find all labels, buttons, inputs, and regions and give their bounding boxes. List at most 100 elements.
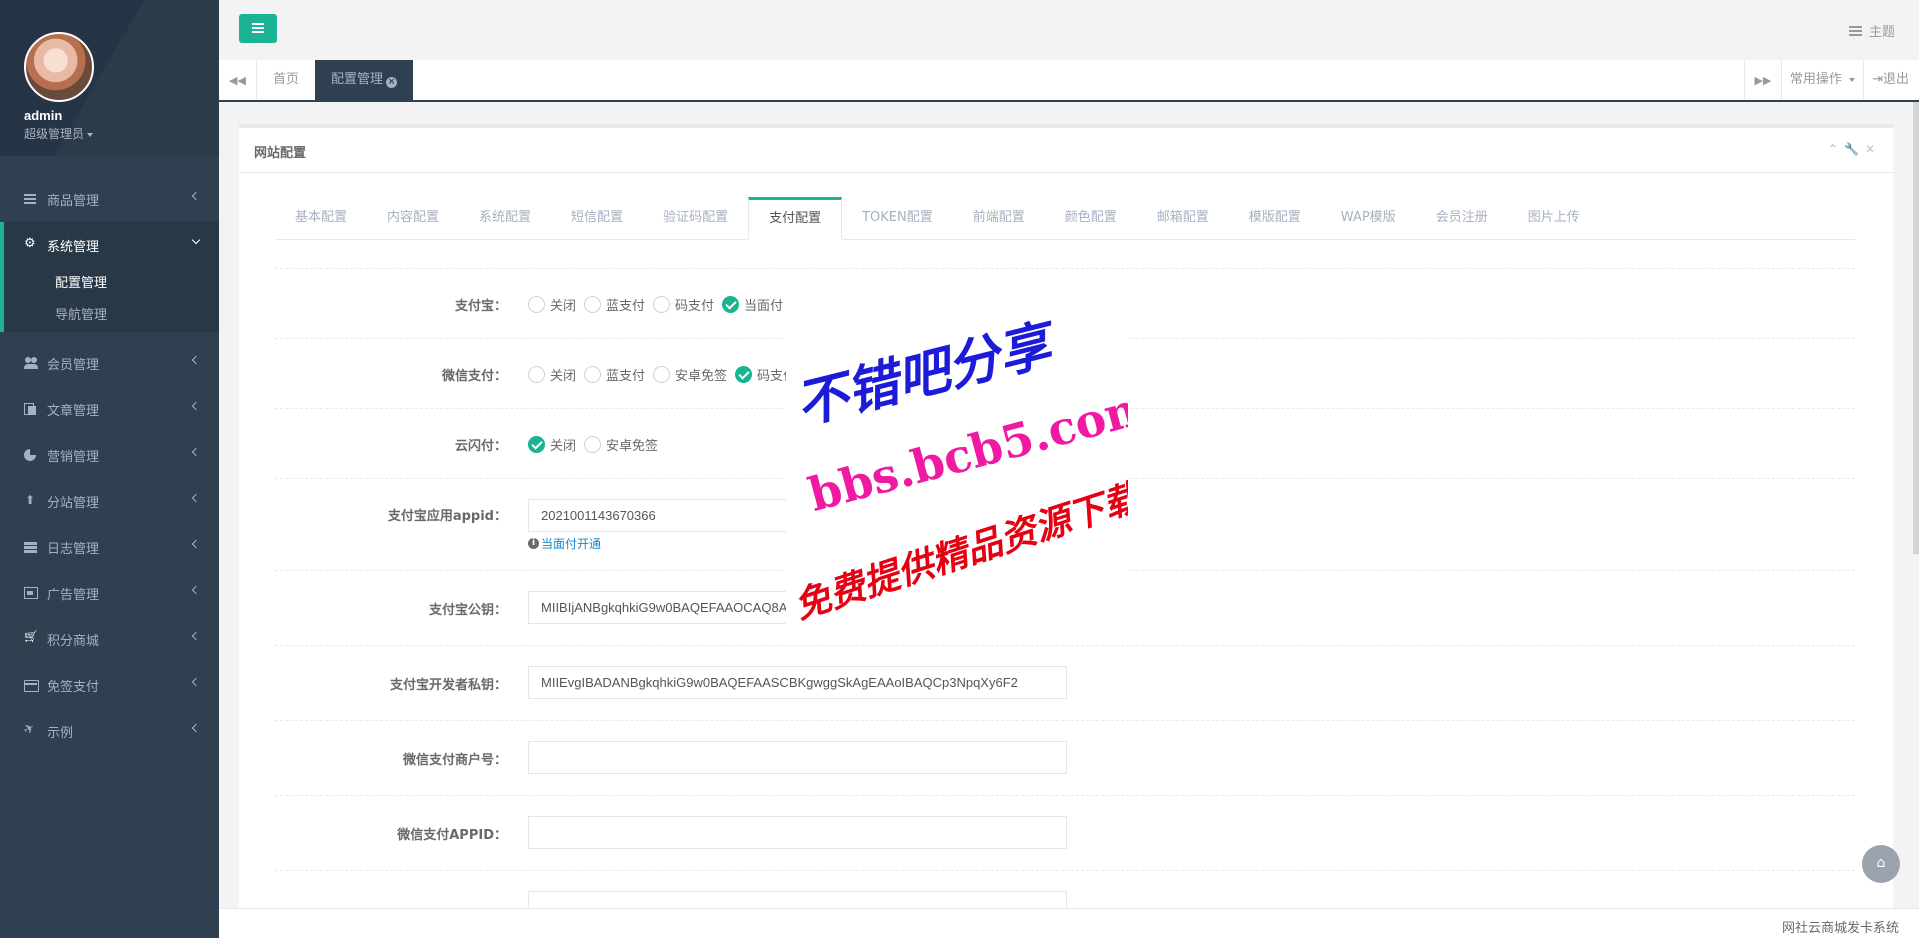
radio-alipay-f2f[interactable]: 当面付: [722, 295, 783, 314]
users-icon: [24, 357, 38, 369]
wx-mchid-input[interactable]: [528, 741, 1067, 774]
chevron-left-icon: [191, 677, 201, 687]
radio-label: 关闭: [550, 439, 577, 454]
log-icon: [24, 541, 38, 553]
paper-plane-icon: [24, 725, 38, 737]
page-tab-config[interactable]: 配置管理 ×: [315, 60, 414, 100]
chevron-left-icon: [191, 631, 201, 641]
avatar[interactable]: [24, 32, 94, 102]
tabs-scroll-left-button[interactable]: ◀◀: [219, 60, 257, 100]
sidebar-item-label: 营销管理: [47, 449, 100, 465]
form-row-wx-mchid: 微信支付商户号：: [275, 721, 1855, 796]
tabs-scroll-right-button[interactable]: ▶▶: [1743, 60, 1782, 100]
chevron-left-icon: [191, 401, 201, 411]
close-tab-icon[interactable]: ×: [386, 77, 398, 88]
tab-system[interactable]: 系统配置: [459, 197, 551, 239]
sidebar-item-free-pay[interactable]: 免签支付: [0, 662, 219, 708]
picture-icon: [24, 587, 38, 599]
tab-basic[interactable]: 基本配置: [275, 197, 367, 239]
sidebar-item-logs[interactable]: 日志管理: [0, 524, 219, 570]
footer: 网社云商城发卡系统: [219, 908, 1919, 938]
chevron-left-icon: [191, 539, 201, 549]
menu-toggle-button[interactable]: [239, 14, 277, 43]
sidebar-item-ads[interactable]: 广告管理: [0, 570, 219, 616]
top-bar: 主题: [219, 0, 1919, 60]
alipay-radio-group: 关闭 蓝支付 码支付 当面付: [528, 295, 791, 314]
theme-icon: [1848, 25, 1862, 36]
radio-label: 蓝支付: [606, 299, 646, 314]
tab-token[interactable]: TOKEN配置: [842, 197, 953, 239]
radio-wechat-off[interactable]: 关闭: [528, 365, 576, 384]
footer-text: 网社云商城发卡系统: [1781, 921, 1899, 936]
page-tab-home[interactable]: 首页: [257, 60, 315, 100]
sidebar-item-marketing[interactable]: 营销管理: [0, 432, 219, 478]
user-name: admin: [24, 108, 63, 123]
sidebar-item-points-mall[interactable]: 积分商城: [0, 616, 219, 662]
radio-alipay-code[interactable]: 码支付: [653, 295, 714, 314]
sidebar-group-system: 系统管理 配置管理 导航管理: [0, 222, 219, 332]
chevron-left-icon: [191, 355, 201, 365]
chevron-left-icon: [191, 447, 201, 457]
radio-unionpay-android[interactable]: 安卓免签: [584, 435, 658, 454]
radio-label: 安卓免签: [606, 439, 659, 454]
theme-button[interactable]: 主题: [1848, 21, 1895, 40]
tab-email[interactable]: 邮箱配置: [1137, 197, 1229, 239]
sidebar-item-label: 广告管理: [47, 587, 100, 603]
caret-down-icon: [87, 132, 94, 137]
wrench-icon[interactable]: 🔧: [1844, 142, 1865, 156]
radio-checked-icon: [722, 296, 740, 313]
sidebar-item-members[interactable]: 会员管理: [0, 340, 219, 386]
help-link[interactable]: 当面付开通: [541, 535, 601, 552]
tab-image-upload[interactable]: 图片上传: [1508, 197, 1600, 239]
radio-label: 安卓免签: [675, 369, 728, 384]
tab-content[interactable]: 内容配置: [367, 197, 459, 239]
sidebar-subitem-config[interactable]: 配置管理: [4, 268, 219, 300]
sidebar-subitem-nav[interactable]: 导航管理: [4, 300, 219, 332]
sidebar-item-label: 积分商城: [47, 633, 100, 649]
alipay-appid-label: 支付宝应用appid：: [387, 509, 507, 524]
tab-template[interactable]: 模版配置: [1229, 197, 1321, 239]
sidebar-item-label: 文章管理: [47, 403, 100, 419]
sidebar-item-goods[interactable]: 商品管理: [0, 176, 219, 222]
scrollbar[interactable]: [1913, 102, 1919, 554]
form-row-wx-appid: 微信支付APPID：: [275, 796, 1855, 871]
tab-wap-template[interactable]: WAP模版: [1321, 197, 1416, 239]
sign-out-icon: ⇥: [1872, 72, 1883, 87]
user-role-label: 超级管理员: [24, 127, 85, 141]
radio-alipay-off[interactable]: 关闭: [528, 295, 576, 314]
sidebar-item-substation[interactable]: 分站管理: [0, 478, 219, 524]
page-tab-label: 配置管理: [331, 72, 384, 87]
tab-sms[interactable]: 短信配置: [551, 197, 643, 239]
tab-registration[interactable]: 会员注册: [1416, 197, 1508, 239]
sidebar-item-system[interactable]: 系统管理: [4, 222, 219, 268]
tab-frontend[interactable]: 前端配置: [953, 197, 1045, 239]
tab-color[interactable]: 颜色配置: [1045, 197, 1137, 239]
chevron-left-icon: [191, 723, 201, 733]
credit-card-icon: [24, 679, 39, 692]
radio-wechat-lan[interactable]: 蓝支付: [584, 365, 645, 384]
collapse-icon[interactable]: ⌃: [1828, 142, 1844, 156]
common-operations-dropdown[interactable]: 常用操作: [1782, 60, 1865, 100]
user-role-dropdown[interactable]: 超级管理员: [24, 125, 219, 142]
tabs-right-tools: ▶▶ 常用操作 ⇥退出: [1743, 60, 1919, 100]
wx-appid-input[interactable]: [528, 816, 1067, 849]
tab-captcha[interactable]: 验证码配置: [643, 197, 748, 239]
radio-wechat-android[interactable]: 安卓免签: [653, 365, 727, 384]
home-icon[interactable]: ⌂: [1862, 845, 1900, 883]
wechat-radio-group: 关闭 蓝支付 安卓免签 码支付: [528, 365, 804, 384]
alipay-privkey-input[interactable]: MIIEvgIBADANBgkqhkiG9w0BAQEFAASCBKgwggSk…: [528, 666, 1067, 699]
sidebar-item-label: 商品管理: [47, 193, 100, 209]
bars-icon: [24, 193, 38, 205]
radio-alipay-lan[interactable]: 蓝支付: [584, 295, 645, 314]
logout-button[interactable]: ⇥退出: [1864, 60, 1919, 100]
alipay-appid-help[interactable]: i 当面付开通: [528, 535, 601, 552]
tab-payment[interactable]: 支付配置: [748, 197, 843, 240]
pie-chart-icon: [24, 449, 38, 461]
close-icon[interactable]: ✕: [1865, 142, 1881, 156]
chevron-left-icon: [191, 585, 201, 595]
sidebar-item-articles[interactable]: 文章管理: [0, 386, 219, 432]
gear-icon: [24, 236, 38, 251]
radio-unionpay-off[interactable]: 关闭: [528, 435, 576, 454]
sidebar-item-examples[interactable]: 示例: [0, 708, 219, 754]
sidebar-item-label: 系统管理: [47, 239, 100, 255]
